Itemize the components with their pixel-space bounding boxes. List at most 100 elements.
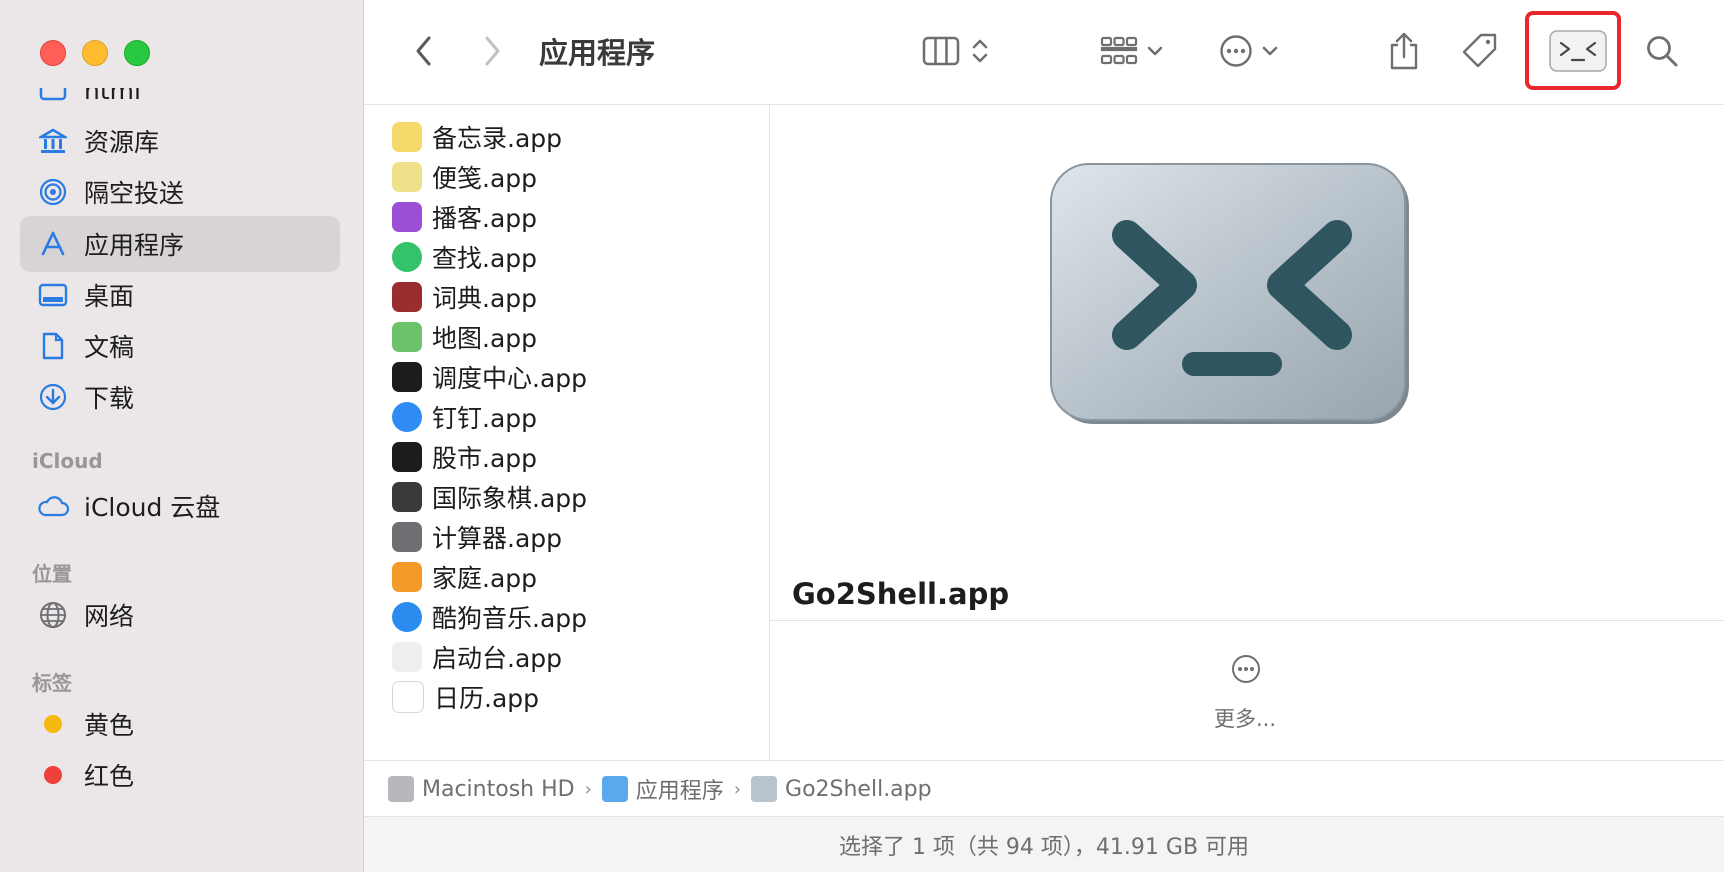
sidebar-item-applications[interactable]: 应用程序	[20, 216, 340, 272]
list-item[interactable]: 地图.app	[392, 317, 537, 357]
mission-control-icon	[392, 362, 422, 392]
tags-section-header: 标签	[32, 671, 72, 695]
sidebar-item-label: iCloud 云盘	[84, 493, 221, 522]
sidebar-item-desktop[interactable]: 桌面	[20, 267, 340, 323]
path-bar: Macintosh HD › 应用程序 › Go2Shell.app	[364, 760, 1724, 817]
sidebar-item-label: 红色	[84, 762, 135, 791]
applications-icon	[36, 227, 70, 261]
crumb-label: Macintosh HD	[422, 776, 575, 802]
tag-icon	[1462, 33, 1497, 68]
icloud-section-header: iCloud	[32, 449, 103, 473]
grid-icon	[1100, 36, 1138, 65]
go2shell-app-icon	[1050, 163, 1409, 424]
highlight-box	[1525, 11, 1621, 90]
kugou-icon	[392, 602, 422, 632]
file-name: 酷狗音乐.app	[432, 604, 588, 633]
cloud-icon	[36, 489, 70, 523]
file-name: 股市.app	[432, 444, 538, 473]
sidebar-item-airdrop[interactable]: 隔空投送	[20, 164, 340, 220]
file-name: 播客.app	[432, 204, 538, 233]
home-icon	[392, 562, 422, 592]
stickies-icon	[392, 162, 422, 192]
airdrop-icon	[36, 175, 70, 209]
action-menu-button[interactable]	[1212, 26, 1286, 76]
file-name: 词典.app	[432, 284, 538, 313]
sidebar-item-label: 隔空投送	[84, 179, 185, 208]
calendar-icon	[392, 681, 424, 713]
file-name: 调度中心.app	[432, 364, 588, 393]
list-item[interactable]: 词典.app	[392, 277, 537, 317]
file-name: 地图.app	[432, 324, 538, 353]
list-item[interactable]: 计算器.app	[392, 517, 562, 557]
file-name: 启动台.app	[432, 644, 563, 673]
list-item[interactable]: 钉钉.app	[392, 397, 537, 437]
file-name: 便笺.app	[432, 164, 538, 193]
dingtalk-icon	[392, 402, 422, 432]
file-name: 家庭.app	[432, 564, 538, 593]
window-controls	[40, 40, 150, 66]
sidebar-tag-yellow[interactable]: 黄色	[20, 696, 340, 752]
sidebar-item-network[interactable]: 网络	[20, 587, 340, 643]
download-icon	[36, 380, 70, 414]
list-item[interactable]: 便笺.app	[392, 157, 537, 197]
status-bar: 选择了 1 项（共 94 项），41.91 GB 可用	[364, 816, 1724, 872]
sidebar-tag-red[interactable]: 红色	[20, 747, 340, 803]
find-my-icon	[392, 242, 422, 272]
sidebar-item-label: 文稿	[84, 333, 135, 362]
chevron-down-icon	[1262, 46, 1278, 56]
chevron-right-icon: ›	[733, 778, 742, 800]
file-name: 计算器.app	[432, 524, 563, 553]
chevron-right-icon: ›	[584, 778, 592, 800]
sidebar-item-label: 资源库	[84, 128, 160, 157]
file-list: 备忘录.app 便笺.app 播客.app 查找.app 词典.app 地图.a…	[364, 105, 770, 760]
list-item[interactable]: 查找.app	[392, 237, 537, 277]
back-button[interactable]	[404, 26, 444, 76]
sidebar-item-label: 网络	[84, 602, 135, 631]
list-item[interactable]: 酷狗音乐.app	[392, 597, 587, 637]
chevron-right-icon	[485, 36, 500, 66]
list-item[interactable]: 播客.app	[392, 197, 537, 237]
forward-button[interactable]	[472, 26, 512, 76]
path-crumb-macintosh-hd[interactable]: Macintosh HD	[388, 776, 575, 802]
close-button[interactable]	[40, 40, 66, 66]
sidebar-item-label: html	[84, 88, 141, 105]
path-crumb-go2shell[interactable]: Go2Shell.app	[751, 776, 932, 802]
group-button[interactable]	[1094, 26, 1170, 76]
sidebar-item-documents[interactable]: 文稿	[20, 318, 340, 374]
more-icon[interactable]	[1230, 653, 1262, 685]
path-crumb-applications[interactable]: 应用程序	[601, 773, 724, 805]
list-item[interactable]: 家庭.app	[392, 557, 537, 597]
list-item[interactable]: 启动台.app	[392, 637, 562, 677]
globe-icon	[36, 598, 70, 632]
list-item[interactable]: 国际象棋.app	[392, 477, 587, 517]
search-button[interactable]	[1640, 26, 1684, 76]
list-item[interactable]: 调度中心.app	[392, 357, 587, 397]
list-item[interactable]: 日历.app	[392, 677, 539, 717]
hard-drive-icon	[388, 776, 414, 802]
list-item[interactable]: 备忘录.app	[392, 117, 562, 157]
minimize-button[interactable]	[82, 40, 108, 66]
notes-icon	[392, 122, 422, 152]
tags-button[interactable]	[1458, 26, 1502, 76]
sidebar-item-label: 黄色	[84, 711, 135, 740]
share-button[interactable]	[1382, 26, 1426, 76]
preview-file-name: Go2Shell.app	[792, 577, 1010, 611]
file-name: 查找.app	[432, 244, 538, 273]
column-view-icon	[922, 36, 960, 66]
toolbar: 应用程序	[364, 0, 1724, 105]
list-item[interactable]: 股市.app	[392, 437, 537, 477]
dictionary-icon	[392, 282, 422, 312]
window-title: 应用程序	[539, 36, 656, 70]
file-name: 日历.app	[434, 684, 540, 713]
sidebar-item-icloud-drive[interactable]: iCloud 云盘	[20, 478, 340, 534]
calculator-icon	[392, 522, 422, 552]
view-mode-button[interactable]	[912, 26, 1000, 76]
chess-icon	[392, 482, 422, 512]
more-button[interactable]: 更多...	[1214, 703, 1276, 733]
sidebar-item-downloads[interactable]: 下载	[20, 369, 340, 425]
sidebar-item-library[interactable]: 资源库	[20, 113, 340, 169]
file-name: 备忘录.app	[432, 124, 563, 153]
zoom-button[interactable]	[124, 40, 150, 66]
chevron-left-icon	[416, 36, 431, 66]
ellipsis-circle-icon	[1220, 35, 1252, 67]
